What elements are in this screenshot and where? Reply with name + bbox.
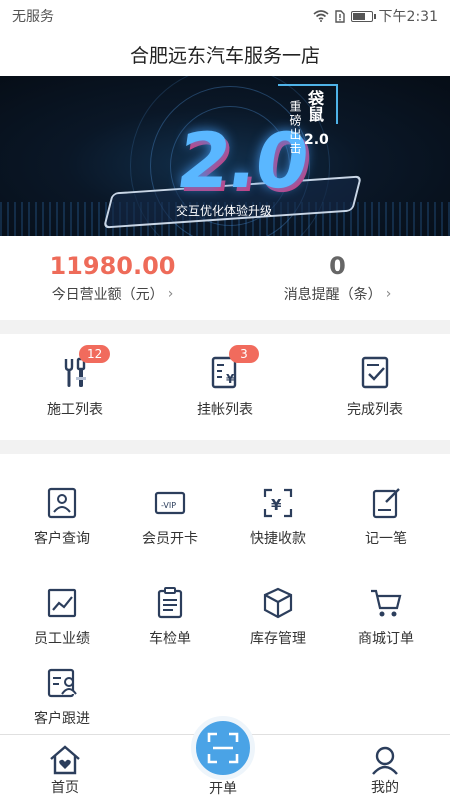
scan-icon xyxy=(207,732,239,764)
trend-chart-icon xyxy=(47,588,77,618)
credit-badge: 3 xyxy=(229,345,259,363)
cart-icon xyxy=(371,589,402,617)
finished-list-button[interactable]: 完成列表 xyxy=(300,334,450,440)
staff-performance-label: 员工业绩 xyxy=(34,631,90,647)
brand-name: 袋鼠 xyxy=(305,90,324,122)
customer-followup-icon xyxy=(47,668,77,698)
stats-panel: 11980.00 今日营业额（元） › 0 消息提醒（条） › xyxy=(0,236,450,320)
construction-list-label: 施工列表 xyxy=(47,402,103,418)
inventory-button[interactable]: 库存管理 xyxy=(224,586,332,648)
battery-icon xyxy=(350,10,376,22)
chevron-right-icon: › xyxy=(385,286,392,302)
svg-text:-VIP: -VIP xyxy=(161,501,176,510)
take-note-label: 记一笔 xyxy=(365,531,407,547)
customer-card-icon xyxy=(47,487,77,519)
finished-list-label: 完成列表 xyxy=(347,402,403,418)
take-note-button[interactable]: 记一笔 xyxy=(332,486,440,548)
svg-text:¥: ¥ xyxy=(271,496,282,514)
revenue-stat[interactable]: 11980.00 今日营业额（元） › xyxy=(0,236,225,320)
user-icon xyxy=(372,746,398,775)
customer-followup-button[interactable]: 客户跟进 xyxy=(8,666,116,728)
home-heart-icon xyxy=(50,745,80,775)
quick-payment-button[interactable]: ¥ 快捷收款 xyxy=(224,486,332,548)
create-order-button[interactable] xyxy=(191,716,255,780)
vehicle-check-button[interactable]: 车检单 xyxy=(116,586,224,648)
clock-text: 下午2:31 xyxy=(378,9,438,25)
quick-payment-label: 快捷收款 xyxy=(250,531,306,547)
credit-list-button[interactable]: ¥ 3 挂帐列表 xyxy=(150,334,300,440)
vehicle-check-label: 车检单 xyxy=(149,631,191,647)
tab-home[interactable]: 首页 xyxy=(15,735,115,800)
member-card-button[interactable]: -VIP 会员开卡 xyxy=(116,486,224,548)
wrench-screwdriver-icon: 12 xyxy=(57,345,111,391)
store-title: 合肥远东汽车服务一店 xyxy=(129,44,320,67)
revenue-label: 今日营业额（元） xyxy=(51,287,164,303)
credit-list-label: 挂帐列表 xyxy=(197,402,253,418)
yuan-document-icon: ¥ 3 xyxy=(207,345,259,391)
clipboard-icon xyxy=(157,587,183,619)
message-stat[interactable]: 0 消息提醒（条） › xyxy=(225,236,450,320)
construction-badge: 12 xyxy=(79,345,111,363)
member-card-label: 会员开卡 xyxy=(142,531,198,547)
mall-orders-label: 商城订单 xyxy=(358,631,414,647)
list-shortcuts: 12 施工列表 ¥ 3 挂帐列表 完成列表 xyxy=(0,334,450,440)
checked-document-icon xyxy=(357,355,393,391)
status-bar: 无服务 下午2:31 xyxy=(0,0,450,32)
promo-banner[interactable]: 2.0 交互优化体验升级 袋鼠 重磅出击 2.0 xyxy=(0,76,450,236)
message-label: 消息提醒（条） xyxy=(283,287,382,303)
brand-version: 2.0 xyxy=(304,132,329,148)
status-icons: 下午2:31 xyxy=(313,6,438,26)
box-icon xyxy=(263,587,293,619)
wifi-icon xyxy=(313,10,329,22)
customer-query-label: 客户查询 xyxy=(34,531,90,547)
carrier-text: 无服务 xyxy=(12,9,54,25)
revenue-value: 11980.00 xyxy=(49,252,176,280)
tab-mine[interactable]: 我的 xyxy=(335,735,435,800)
banner-subtitle: 交互优化体验升级 xyxy=(176,204,273,218)
message-count: 0 xyxy=(329,252,346,280)
customer-query-button[interactable]: 客户查询 xyxy=(8,486,116,548)
brand-slogan: 重磅出击 xyxy=(288,100,302,156)
chevron-right-icon: › xyxy=(167,286,174,302)
function-grid: 客户查询 -VIP 会员开卡 ¥ 快捷收款 记一笔 员工业绩 车检单 库存管理 … xyxy=(0,454,450,734)
vip-card-icon: -VIP xyxy=(154,491,186,515)
title-bar: 合肥远东汽车服务一店 xyxy=(0,32,450,76)
no-sim-icon xyxy=(334,9,345,23)
inventory-label: 库存管理 xyxy=(250,631,306,647)
customer-followup-label: 客户跟进 xyxy=(34,711,90,727)
note-edit-icon xyxy=(372,488,400,519)
staff-performance-button[interactable]: 员工业绩 xyxy=(8,586,116,648)
construction-list-button[interactable]: 12 施工列表 xyxy=(0,334,150,440)
tab-home-label: 首页 xyxy=(51,780,79,796)
yuan-scan-icon: ¥ xyxy=(263,488,293,518)
svg-text:¥: ¥ xyxy=(226,372,235,386)
tab-mine-label: 我的 xyxy=(371,780,399,796)
tab-create-order-label: 开单 xyxy=(209,781,237,797)
mall-orders-button[interactable]: 商城订单 xyxy=(332,586,440,648)
